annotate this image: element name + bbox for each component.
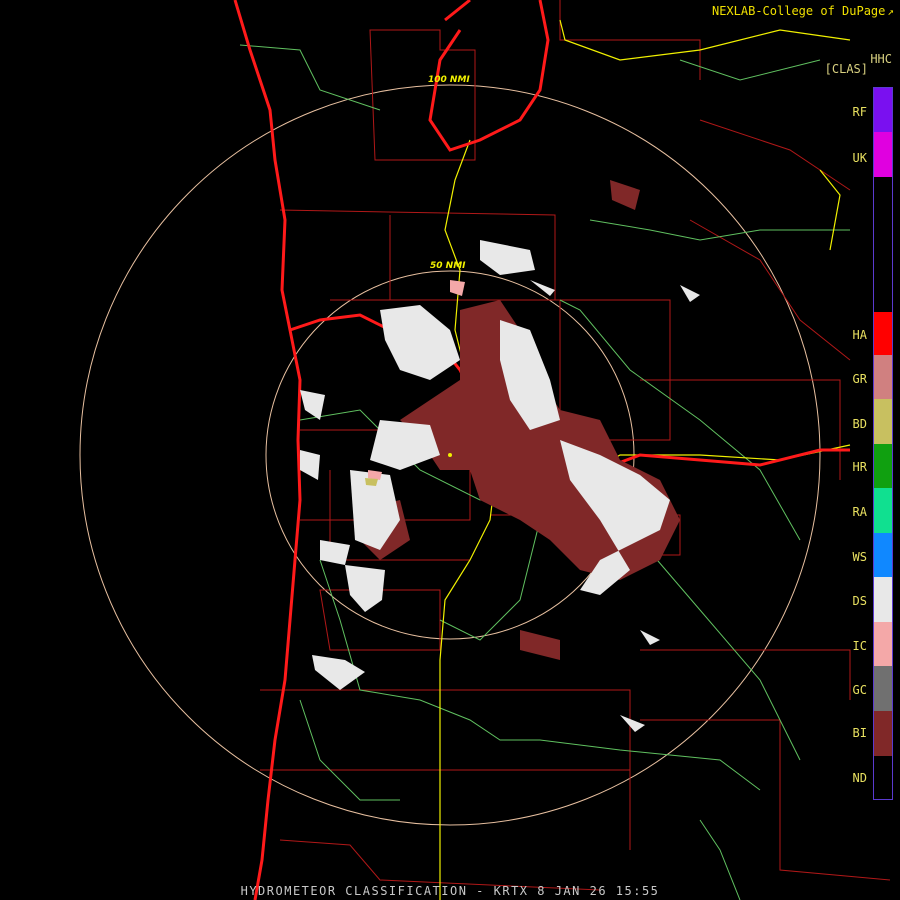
legend-label-hr: HR (852, 460, 867, 474)
product-mode: [CLAS] (824, 62, 868, 76)
ring-label-100nmi: 100 NMI (428, 75, 470, 85)
legend-swatch-ra (874, 488, 892, 533)
legend-label-gr: GR (852, 372, 867, 386)
legend-swatch-rf (874, 88, 892, 132)
legend-label-rf: RF (852, 105, 867, 119)
credit-link[interactable]: NEXLAB-College of DuPage ↗ (712, 4, 894, 18)
product-code: HHC (870, 52, 892, 66)
legend-swatch-bd (874, 399, 892, 444)
legend-swatch-ic (874, 622, 892, 666)
legend-label-ws: WS (852, 550, 867, 564)
echo-bd (365, 478, 378, 486)
legend-label-uk: UK (852, 151, 867, 165)
legend-swatch-ha (874, 312, 892, 355)
legend-label-ra: RA (852, 505, 867, 519)
product-title: HYDROMETEOR CLASSIFICATION - KRTX 8 JAN … (240, 884, 660, 898)
legend-swatch-ds (874, 577, 892, 622)
legend-label-bd: BD (852, 417, 867, 431)
external-link-icon: ↗ (887, 5, 894, 18)
radar-site-marker (448, 453, 452, 457)
radar-map: 50 NMI 100 NMI (79, 0, 891, 900)
legend-label-nd: ND (852, 771, 867, 785)
legend-label-ha: HA (852, 328, 867, 342)
credit-text: NEXLAB-College of DuPage (711, 4, 886, 18)
legend-label-ds: DS (852, 594, 867, 608)
legend-swatch-ws (874, 533, 892, 577)
legend-swatch-uk (874, 132, 892, 177)
legend-label-ic: IC (852, 639, 867, 653)
legend-swatch-gr (874, 355, 892, 399)
legend-swatch-gc (874, 666, 892, 711)
legend-label-gc: GC (852, 683, 867, 697)
legend-swatch-bi (874, 711, 892, 756)
legend-label-bi: BI (852, 726, 867, 740)
ring-label-50nmi: 50 NMI (430, 261, 466, 271)
legend-colorbar (873, 87, 893, 800)
legend-swatch-hr (874, 444, 892, 488)
